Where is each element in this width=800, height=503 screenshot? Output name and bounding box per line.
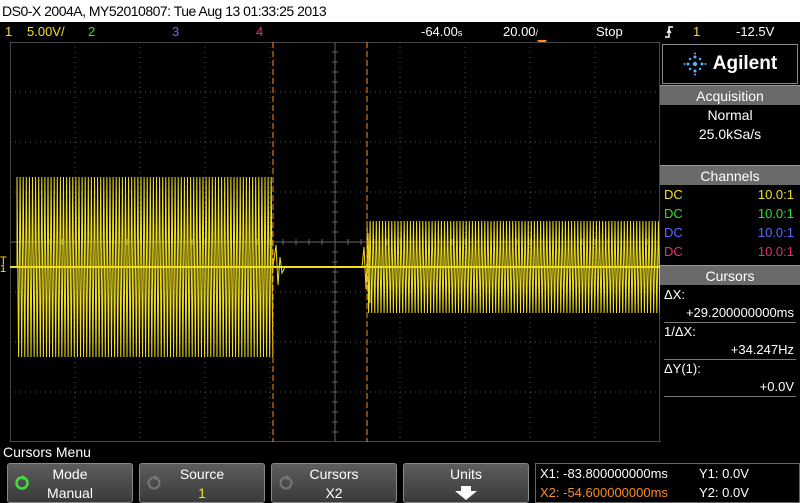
ch4-probe: 10.0:1 xyxy=(757,244,794,259)
units-softkey[interactable]: Units xyxy=(403,463,529,503)
channel-row-4: DC 10.0:1 xyxy=(660,242,800,261)
title-bar: DS0-X 2004A, MY52010807: Tue Aug 13 01:3… xyxy=(0,0,800,22)
inverse-delta-x-value: +34.247Hz xyxy=(730,342,794,357)
softkey-menu: Mode Manual Source 1 Cursors X2 Units X1… xyxy=(0,462,800,503)
agilent-logo: Agilent xyxy=(712,53,778,74)
logo-box: Agilent xyxy=(662,44,798,84)
acquisition-header: Acquisition xyxy=(660,85,800,105)
channels-header: Channels xyxy=(660,165,800,185)
acquisition-body: Normal 25.0kSa/s xyxy=(660,105,800,165)
ch3-number[interactable]: 3 xyxy=(172,22,179,42)
rotate-knob-icon xyxy=(14,475,30,494)
delta-x-label: ΔX: xyxy=(664,287,685,302)
ch2-number[interactable]: 2 xyxy=(88,22,95,42)
down-arrow-icon xyxy=(404,484,528,503)
inverse-delta-x-label: 1/ΔX: xyxy=(664,324,696,339)
menu-title: Cursors Menu xyxy=(0,442,800,462)
cursors-header: Cursors xyxy=(660,265,800,285)
sample-rate: 25.0kSa/s xyxy=(698,126,762,142)
ch1-number[interactable]: 1 xyxy=(5,22,12,42)
ch4-number[interactable]: 4 xyxy=(256,22,263,42)
cursors-softkey[interactable]: Cursors X2 xyxy=(271,463,397,503)
channels-body: DC 10.0:1 DC 10.0:1 DC 10.0:1 DC 10.0:1 xyxy=(660,185,800,265)
time-delay[interactable]: -64.00s xyxy=(421,22,462,43)
units-label: Units xyxy=(450,466,482,482)
ground-marker[interactable]: T 1 xyxy=(0,256,10,275)
trigger-source[interactable]: 1 xyxy=(693,22,700,42)
delta-y-value: +0.0V xyxy=(759,379,794,394)
side-panel: Agilent Acquisition Normal 25.0kSa/s Cha… xyxy=(660,42,800,461)
waveform-display[interactable]: T 1 xyxy=(0,42,660,442)
channel-row-3: DC 10.0:1 xyxy=(660,223,800,242)
channel-row-2: DC 10.0:1 xyxy=(660,204,800,223)
trigger-level[interactable]: -12.5V xyxy=(736,22,774,42)
cursor-readout: X1: -83.800000000ms X2: -54.600000000ms … xyxy=(535,463,800,503)
cursors-body: ΔX: +29.200000000ms 1/ΔX: +34.247Hz ΔY(1… xyxy=(660,285,800,461)
acquisition-mode: Normal xyxy=(707,107,753,123)
ground-marker-num: 1 xyxy=(0,263,7,275)
channel-status-bar: 1 5.00V/ 2 3 4 -64.00s 20.00/ Stop 1 -12… xyxy=(0,22,800,47)
time-scale-value: 20.00 xyxy=(503,24,536,39)
time-scale[interactable]: 20.00/ xyxy=(503,22,538,43)
delta-y-label: ΔY(1): xyxy=(664,361,701,376)
cursor-divider-3 xyxy=(664,396,796,397)
run-state[interactable]: Stop xyxy=(596,22,623,42)
time-delay-value: -64.00 xyxy=(421,24,458,39)
time-delay-unit: s xyxy=(457,28,463,38)
graticule-svg xyxy=(10,42,660,442)
ch1-coupling: DC xyxy=(664,187,683,202)
ch1-scale[interactable]: 5.00V/ xyxy=(27,22,65,42)
ch2-coupling: DC xyxy=(664,206,683,221)
ch3-probe: 10.0:1 xyxy=(757,225,794,240)
source-softkey[interactable]: Source 1 xyxy=(139,463,265,503)
delta-x-value: +29.200000000ms xyxy=(685,305,794,320)
ch3-coupling: DC xyxy=(664,225,683,240)
x1-readout: X1: -83.800000000ms xyxy=(540,466,668,481)
channel-row-1: DC 10.0:1 xyxy=(660,185,800,204)
ch2-probe: 10.0:1 xyxy=(757,206,794,221)
ch4-coupling: DC xyxy=(664,244,683,259)
mode-softkey[interactable]: Mode Manual xyxy=(7,463,133,503)
ch1-probe: 10.0:1 xyxy=(757,187,794,202)
rotate-knob-icon xyxy=(278,475,294,494)
y2-readout: Y2: 0.0V xyxy=(699,485,749,500)
x2-readout: X2: -54.600000000ms xyxy=(540,485,668,500)
rotate-knob-icon xyxy=(146,475,162,494)
window-title: DS0-X 2004A, MY52010807: Tue Aug 13 01:3… xyxy=(2,3,327,19)
agilent-spark-icon xyxy=(683,52,707,76)
y1-readout: Y1: 0.0V xyxy=(699,466,749,481)
